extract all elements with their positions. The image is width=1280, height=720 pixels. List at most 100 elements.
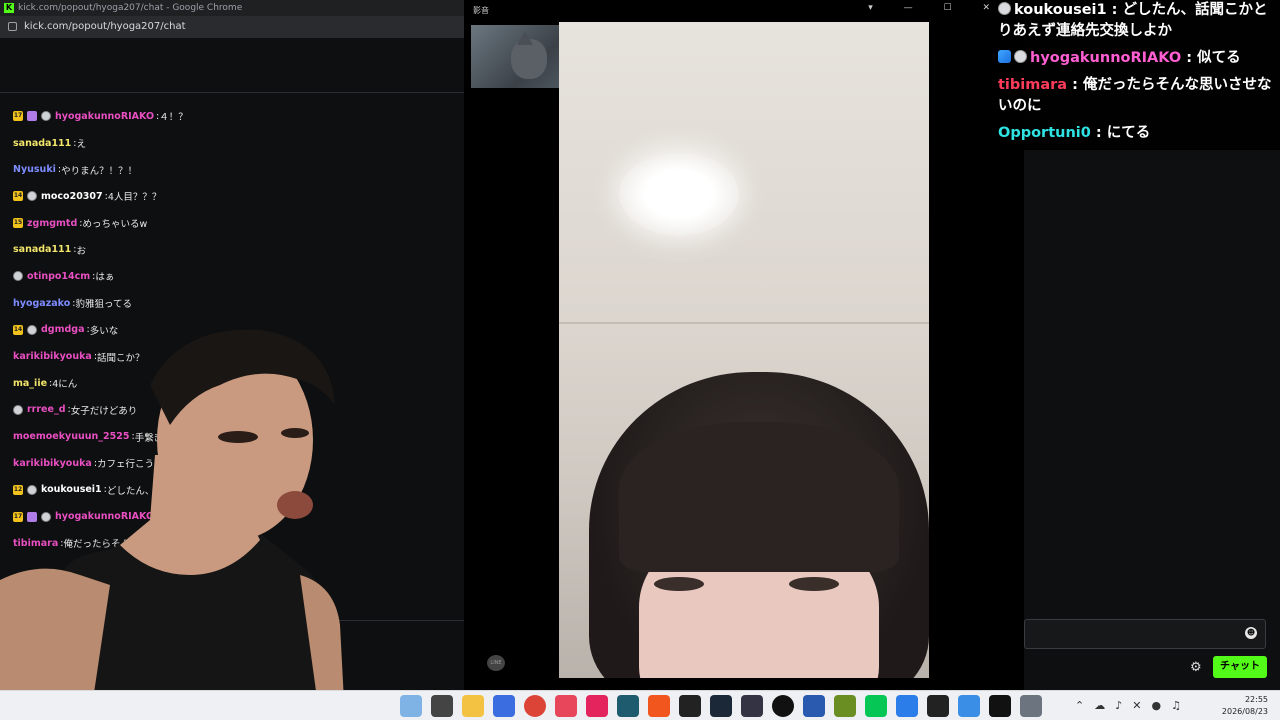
tiktok-icon[interactable] bbox=[586, 695, 608, 717]
minecraft-icon[interactable] bbox=[834, 695, 856, 717]
address-text: kick.com/popout/hyoga207/chat bbox=[24, 21, 186, 32]
chat-message[interactable]: 14 moco20307: 4人目？？？ bbox=[13, 183, 464, 210]
task-view-icon[interactable] bbox=[431, 695, 453, 717]
overlay-colon: : bbox=[1181, 50, 1198, 66]
cloud-icon[interactable]: ☁ bbox=[1094, 699, 1105, 712]
clock[interactable]: 22:55 2026/08/23 bbox=[1222, 694, 1268, 718]
chat-username[interactable]: Nyusuki bbox=[13, 164, 56, 175]
app-icon[interactable] bbox=[555, 695, 577, 717]
app-icon[interactable] bbox=[617, 695, 639, 717]
taskbar-apps bbox=[400, 695, 1042, 717]
kick-logo-icon: K bbox=[4, 3, 14, 13]
overlay-text: にてる bbox=[1106, 125, 1151, 141]
chat-text: お bbox=[76, 245, 86, 257]
chat-text: 豹雅狙ってる bbox=[75, 299, 132, 311]
remote-video-feed bbox=[559, 22, 929, 678]
overlay-username: tibimara bbox=[998, 77, 1068, 93]
window-title: kick.com/popout/hyoga207/chat - Google C… bbox=[18, 3, 243, 13]
line-icon[interactable] bbox=[865, 695, 887, 717]
app-icon[interactable] bbox=[989, 695, 1011, 717]
folder-icon[interactable] bbox=[462, 695, 484, 717]
app-icon[interactable] bbox=[741, 695, 763, 717]
overlay-username: hyogakunnoRIAKO bbox=[1030, 50, 1182, 66]
chrome-icon[interactable] bbox=[524, 695, 546, 717]
month-badge-icon: 14 bbox=[13, 191, 23, 202]
chat-send-button[interactable]: チャット bbox=[1213, 656, 1267, 678]
chevron-up-icon[interactable]: ⌃ bbox=[1075, 699, 1084, 712]
chat-username[interactable]: hyogazako bbox=[13, 298, 70, 309]
avatar-badge-icon bbox=[41, 111, 51, 122]
right-eye bbox=[789, 577, 839, 591]
address-bar[interactable]: kick.com/popout/hyoga207/chat bbox=[0, 16, 464, 38]
gear-icon[interactable]: ⚙ bbox=[1190, 660, 1202, 675]
desktop-icon[interactable] bbox=[400, 695, 422, 717]
obs-icon[interactable] bbox=[772, 695, 794, 717]
overlay-colon: : bbox=[1106, 2, 1123, 18]
call-window-title: 影音 bbox=[473, 6, 489, 15]
site-info-icon[interactable] bbox=[8, 22, 17, 31]
app-icon[interactable] bbox=[958, 695, 980, 717]
ceiling-light bbox=[619, 152, 739, 236]
volume-icon[interactable]: ♫ bbox=[1171, 699, 1181, 712]
overlay-chat-message: tibimara : 俺だったらそんな思いさせないのに bbox=[993, 75, 1280, 117]
chat-message[interactable]: sanada111: え bbox=[13, 130, 464, 157]
close-icon[interactable]: ✕ bbox=[1132, 699, 1141, 712]
month-badge-icon: 15 bbox=[13, 218, 23, 229]
chat-message[interactable]: 15 zgmgmtd: めっちゃいるw bbox=[13, 210, 464, 237]
bangs-shape bbox=[619, 422, 899, 572]
avatar-badge-icon bbox=[27, 191, 37, 202]
avatar-badge-icon bbox=[13, 271, 23, 282]
emoji-icon[interactable]: ☻ bbox=[1245, 627, 1257, 639]
chat-text: やりまん？！？！ bbox=[61, 165, 138, 177]
window-controls[interactable]: ▾ — ☐ ✕ bbox=[868, 3, 1004, 13]
clock-date: 2026/08/23 bbox=[1221, 707, 1268, 716]
app-icon[interactable] bbox=[493, 695, 515, 717]
chat-text: はぁ bbox=[95, 272, 115, 284]
chat-message[interactable]: hyogazako: 豹雅狙ってる bbox=[13, 290, 464, 317]
window-titlebar: K kick.com/popout/hyoga207/chat - Google… bbox=[0, 0, 464, 16]
cat-ear-shape bbox=[517, 31, 533, 45]
chat-message[interactable]: 17 hyogakunnoRIAKO: ４！？ bbox=[13, 103, 464, 130]
chat-input[interactable]: ☻ bbox=[1024, 619, 1266, 649]
cat-image bbox=[511, 39, 547, 79]
mic-icon[interactable]: ♪ bbox=[1115, 699, 1122, 712]
chat-text: めっちゃいるw bbox=[82, 219, 148, 231]
chat-username[interactable]: sanada111 bbox=[13, 244, 71, 255]
chat-side-panel: ☻ ⚙ チャット bbox=[1024, 150, 1280, 720]
chat-header bbox=[0, 38, 464, 93]
overlay-text: 似てる bbox=[1197, 50, 1241, 66]
system-tray: ⌃ ☁ ♪ ✕ ● ♫ bbox=[1075, 699, 1181, 712]
overlay-colon: : bbox=[1090, 125, 1107, 141]
wall-edge bbox=[559, 322, 929, 324]
chat-text: 4人目？？？ bbox=[107, 192, 162, 204]
overlay-chat-message: koukousei1 : どしたん、話聞こかとりあえず連絡先交換しよか bbox=[993, 0, 1280, 42]
video-call-window: 影音 ▾ — ☐ ✕ LINE bbox=[464, 0, 1024, 690]
app-icon[interactable] bbox=[896, 695, 918, 717]
chat-username[interactable]: hyogakunnoRIAKO bbox=[55, 111, 154, 122]
chat-text: え bbox=[76, 139, 86, 151]
onedrive-icon[interactable]: ● bbox=[1151, 699, 1161, 712]
chat-username[interactable]: zgmgmtd bbox=[27, 218, 77, 229]
chat-username[interactable]: moco20307 bbox=[41, 191, 103, 202]
taskbar: ⌃ ☁ ♪ ✕ ● ♫ 22:55 2026/08/23 bbox=[0, 690, 1280, 720]
brave-icon[interactable] bbox=[648, 695, 670, 717]
app-icon[interactable] bbox=[803, 695, 825, 717]
clock-time: 22:55 bbox=[1244, 695, 1268, 704]
left-eye bbox=[654, 577, 704, 591]
overlay-chat: koukousei1 : どしたん、話聞こかとりあえず連絡先交換しよか hyoga… bbox=[993, 0, 1280, 150]
overlay-colon: : bbox=[1067, 77, 1083, 93]
settings-icon[interactable] bbox=[1020, 695, 1042, 717]
chat-message[interactable]: sanada111: お bbox=[13, 236, 464, 263]
overlay-username: koukousei1 bbox=[1014, 2, 1107, 18]
chat-username[interactable]: otinpo14cm bbox=[27, 271, 90, 282]
sub-badge-icon bbox=[27, 111, 37, 122]
steam-icon[interactable] bbox=[710, 695, 732, 717]
chat-message[interactable]: otinpo14cm: はぁ bbox=[13, 263, 464, 290]
app-icon[interactable] bbox=[679, 695, 701, 717]
streamer-webcam-overlay bbox=[0, 329, 345, 720]
chat-username[interactable]: sanada111 bbox=[13, 138, 71, 149]
unreal-icon[interactable] bbox=[927, 695, 949, 717]
chat-message[interactable]: Nyusuki: やりまん？！？！ bbox=[13, 156, 464, 183]
overlay-chat-message: Opportuni0 : にてる bbox=[993, 123, 1280, 144]
overlay-chat-message: hyogakunnoRIAKO : 似てる bbox=[993, 48, 1280, 69]
